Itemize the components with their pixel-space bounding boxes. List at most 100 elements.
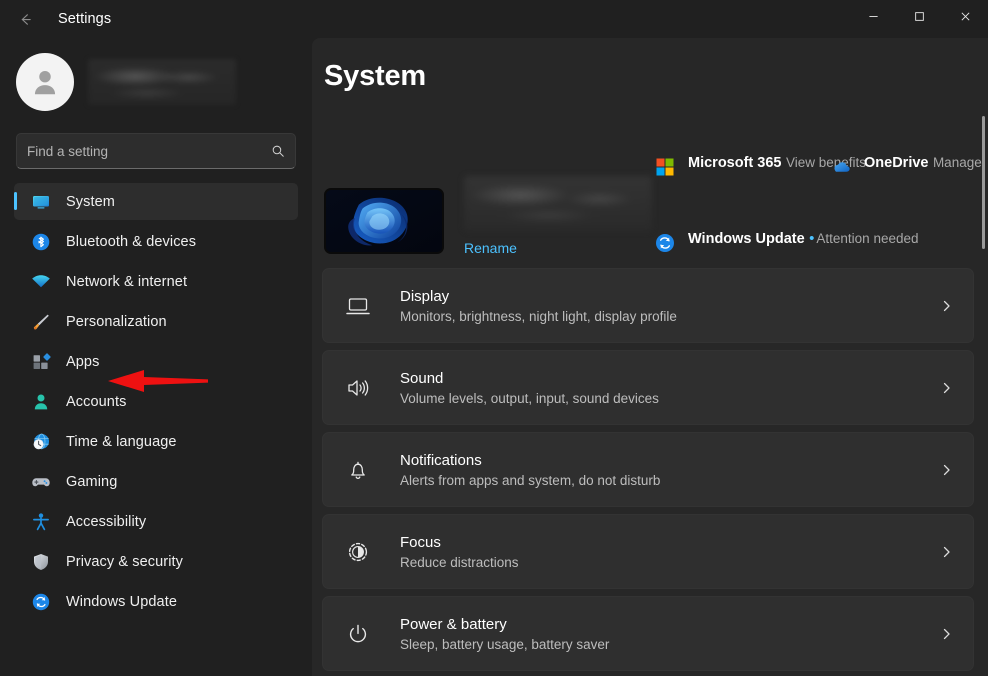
wifi-icon <box>30 271 52 293</box>
card-subtitle: Sleep, battery usage, battery saver <box>400 636 610 652</box>
paintbrush-icon <box>30 311 52 333</box>
windows-update-icon <box>654 232 676 254</box>
speaker-icon <box>345 375 371 401</box>
card-subtitle: Alerts from apps and system, do not dist… <box>400 472 661 488</box>
monitor-icon <box>345 293 371 319</box>
shield-icon <box>30 551 52 573</box>
settings-card-sound[interactable]: Sound Volume levels, output, input, soun… <box>322 350 974 425</box>
quick-link-title: OneDrive <box>864 155 929 171</box>
card-title: Notifications <box>400 451 482 469</box>
sidebar-item-privacy-security[interactable]: Privacy & security <box>14 543 298 580</box>
account-name-redacted <box>88 59 236 105</box>
settings-card-display[interactable]: Display Monitors, brightness, night ligh… <box>322 268 974 343</box>
card-subtitle: Reduce distractions <box>400 554 519 570</box>
account-summary[interactable] <box>16 53 312 111</box>
quick-link-title: Microsoft 365 <box>688 155 782 171</box>
sidebar-item-label: Network & internet <box>66 273 188 290</box>
sidebar-item-gaming[interactable]: Gaming <box>14 463 298 500</box>
chevron-right-icon <box>940 463 953 476</box>
maximize-icon <box>914 11 924 21</box>
accessibility-icon <box>30 511 52 533</box>
sidebar-item-label: Gaming <box>66 473 118 490</box>
windows-update-icon <box>30 591 52 613</box>
power-icon <box>345 621 371 647</box>
bell-icon <box>345 457 371 483</box>
device-name-redacted <box>464 176 652 231</box>
sidebar-item-personalization[interactable]: Personalization <box>14 303 298 340</box>
quick-link-title: Windows Update <box>688 231 805 247</box>
minimize-icon <box>868 15 878 17</box>
quick-link-subtitle: • Attention needed <box>809 230 919 247</box>
app-title: Settings <box>58 11 112 27</box>
back-button[interactable] <box>8 4 42 34</box>
sidebar-item-time-language[interactable]: Time & language <box>14 423 298 460</box>
microsoft-logo-icon <box>654 156 676 178</box>
device-thumbnail <box>324 188 444 254</box>
attention-dot-icon: • <box>809 230 815 247</box>
main-scrollbar[interactable] <box>982 116 985 676</box>
sidebar-item-label: Time & language <box>66 433 177 450</box>
chevron-right-icon <box>940 299 953 312</box>
sidebar-item-label: Personalization <box>66 313 167 330</box>
chevron-right-icon <box>940 381 953 394</box>
quick-link-subtitle: Manage <box>932 155 982 170</box>
sidebar: System Bluetooth & devices <box>0 38 312 676</box>
search-input[interactable] <box>27 143 271 159</box>
maximize-button[interactable] <box>896 0 942 32</box>
focus-icon <box>345 539 371 565</box>
settings-card-notifications[interactable]: Notifications Alerts from apps and syste… <box>322 432 974 507</box>
window-controls <box>850 0 988 32</box>
card-title: Power & battery <box>400 615 507 633</box>
device-header: Rename Microsoft 365 View benefits OneDr… <box>324 136 982 256</box>
sidebar-item-label: Accounts <box>66 393 127 410</box>
quick-link-subtitle-text: Attention needed <box>816 231 919 246</box>
sidebar-item-network-internet[interactable]: Network & internet <box>14 263 298 300</box>
bluetooth-icon <box>30 231 52 253</box>
chevron-right-icon <box>940 545 953 558</box>
sidebar-item-label: Bluetooth & devices <box>66 233 197 250</box>
sidebar-item-label: Apps <box>66 353 100 370</box>
sidebar-item-system[interactable]: System <box>14 183 298 220</box>
rename-link[interactable]: Rename <box>464 240 517 256</box>
onedrive-cloud-icon <box>830 156 852 178</box>
close-button[interactable] <box>942 0 988 32</box>
windows-bloom-wallpaper <box>326 190 442 252</box>
page-title: System <box>324 60 426 92</box>
card-title: Sound <box>400 369 444 387</box>
avatar <box>16 53 74 111</box>
user-avatar-icon <box>34 70 56 95</box>
system-monitor-icon <box>30 191 52 213</box>
clock-globe-icon <box>30 431 52 453</box>
search-box[interactable] <box>16 133 296 169</box>
gamepad-icon <box>30 471 52 493</box>
sidebar-item-bluetooth-devices[interactable]: Bluetooth & devices <box>14 223 298 260</box>
back-arrow-icon <box>21 13 31 25</box>
quick-link-onedrive[interactable]: OneDrive Manage <box>830 154 982 178</box>
card-title: Display <box>400 287 450 305</box>
close-icon <box>961 12 969 20</box>
sidebar-item-accessibility[interactable]: Accessibility <box>14 503 298 540</box>
chevron-right-icon <box>940 627 953 640</box>
card-title: Focus <box>400 533 441 551</box>
card-subtitle: Monitors, brightness, night light, displ… <box>400 308 677 324</box>
sidebar-item-label: Privacy & security <box>66 553 184 570</box>
scrollbar-thumb[interactable] <box>982 116 985 249</box>
sidebar-item-windows-update[interactable]: Windows Update <box>14 583 298 620</box>
card-subtitle: Volume levels, output, input, sound devi… <box>400 390 659 406</box>
settings-card-focus[interactable]: Focus Reduce distractions <box>322 514 974 589</box>
annotation-arrow <box>108 368 208 394</box>
settings-card-list: Display Monitors, brightness, night ligh… <box>322 268 974 676</box>
sidebar-item-label: Accessibility <box>66 513 147 530</box>
sidebar-item-label: Windows Update <box>66 593 178 610</box>
minimize-button[interactable] <box>850 0 896 32</box>
search-icon <box>271 144 285 158</box>
apps-icon <box>30 351 52 373</box>
quick-link-windows-update[interactable]: Windows Update • Attention needed <box>654 230 919 254</box>
sidebar-item-label: System <box>66 193 115 210</box>
accounts-person-icon <box>30 391 52 413</box>
settings-card-power-battery[interactable]: Power & battery Sleep, battery usage, ba… <box>322 596 974 671</box>
title-bar: Settings <box>0 0 988 38</box>
sidebar-nav: System Bluetooth & devices Network & int… <box>0 183 312 620</box>
search-container <box>16 133 296 169</box>
main-content: System Rename Microsoft 365 View benefit… <box>312 38 988 676</box>
